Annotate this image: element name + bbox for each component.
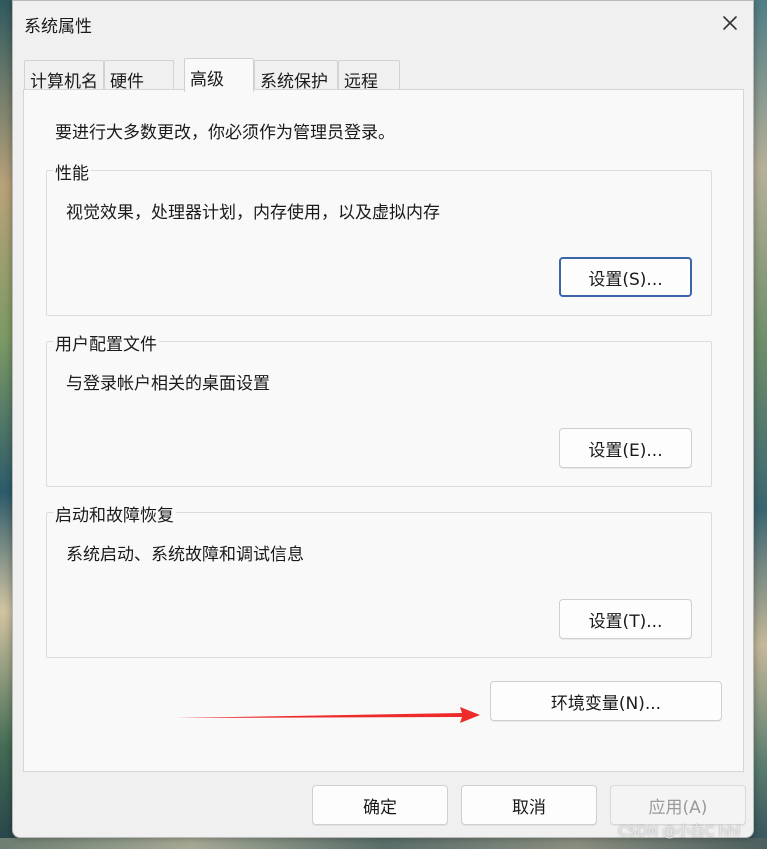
startup-recovery-group: 启动和故障恢复 系统启动、系统故障和调试信息 设置(T)... — [46, 501, 712, 658]
user-profiles-settings-button[interactable]: 设置(E)... — [559, 428, 692, 468]
tab-advanced[interactable]: 高级 — [184, 58, 254, 92]
performance-settings-button[interactable]: 设置(S)... — [559, 257, 692, 297]
window-title: 系统属性 — [24, 17, 92, 37]
desktop-background-right — [754, 0, 767, 849]
tab-system-protection[interactable]: 系统保护 — [254, 60, 338, 92]
advanced-tab-panel: 要进行大多数更改，你必须作为管理员登录。 性能 视觉效果，处理器计划，内存使用，… — [23, 89, 744, 772]
performance-group: 性能 视觉效果，处理器计划，内存使用，以及虚拟内存 设置(S)... — [46, 159, 712, 316]
apply-button[interactable]: 应用(A) — [610, 785, 746, 825]
title-bar[interactable]: 系统属性 — [13, 1, 753, 45]
close-icon — [723, 16, 737, 30]
close-button[interactable] — [707, 1, 753, 45]
environment-variables-button[interactable]: 环境变量(N)... — [490, 681, 722, 721]
csdn-watermark: CSDN @小白C hhl — [618, 824, 741, 840]
startup-recovery-group-title: 启动和故障恢复 — [53, 501, 176, 526]
performance-group-title: 性能 — [53, 159, 91, 184]
cancel-button[interactable]: 取消 — [461, 785, 597, 825]
startup-recovery-settings-button[interactable]: 设置(T)... — [559, 599, 692, 639]
tab-computer-name[interactable]: 计算机名 — [24, 60, 104, 92]
admin-notice: 要进行大多数更改，你必须作为管理员登录。 — [55, 123, 395, 143]
ok-button[interactable]: 确定 — [312, 785, 448, 825]
user-profiles-group: 用户配置文件 与登录帐户相关的桌面设置 设置(E)... — [46, 330, 712, 487]
red-arrow-annotation — [174, 707, 480, 723]
tab-remote[interactable]: 远程 — [338, 60, 400, 92]
user-profiles-group-title: 用户配置文件 — [53, 330, 159, 355]
startup-recovery-description: 系统启动、系统故障和调试信息 — [66, 545, 304, 565]
performance-description: 视觉效果，处理器计划，内存使用，以及虚拟内存 — [66, 203, 440, 223]
tab-hardware[interactable]: 硬件 — [104, 60, 174, 92]
user-profiles-description: 与登录帐户相关的桌面设置 — [66, 374, 270, 394]
